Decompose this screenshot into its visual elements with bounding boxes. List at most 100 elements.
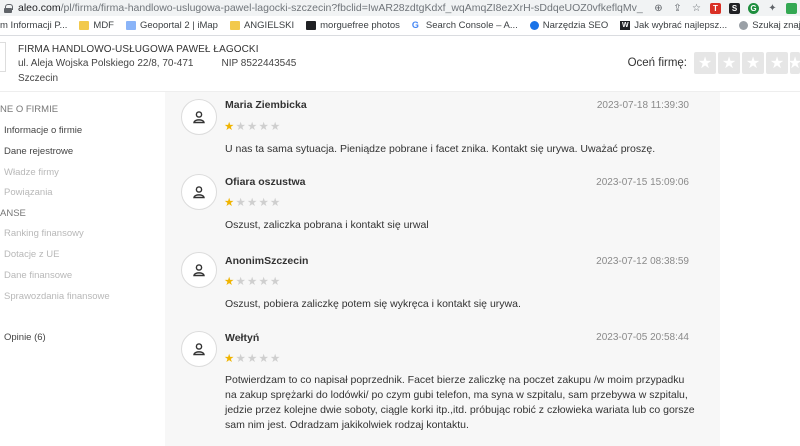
zoom-icon[interactable]: ⊕ [653,3,664,14]
sidebar-item-sprawozdania: Sprawozdania finansowe [4,291,110,302]
sidebar-section-finance: ANSE [0,208,26,219]
star-empty-icon: ★ [235,121,246,133]
extension-t-icon[interactable]: T [710,2,721,14]
review-rating: ★ ★ ★ ★ ★ [224,276,282,288]
star-empty-icon: ★ [235,276,246,288]
star-filled-icon: ★ [224,276,235,288]
lock-icon[interactable] [4,3,13,13]
bookmark-item[interactable]: Narzędzia SEO [529,20,608,31]
folder-icon [79,21,90,30]
company-header: FIRMA HANDLOWO-USŁUGOWA PAWEŁ ŁAGOCKI ul… [0,36,800,92]
sidebar-item-ranking: Ranking finansowy [4,228,84,239]
w-icon: W [620,21,631,30]
star-empty-icon: ★ [235,197,246,209]
bookmark-item[interactable]: Szukaj znajomych [739,20,800,31]
star-empty-icon: ★ [270,197,281,209]
company-name: FIRMA HANDLOWO-USŁUGOWA PAWEŁ ŁAGOCKI [18,44,259,55]
globe-icon [739,21,749,30]
company-city: Szczecin [18,73,59,84]
bookmark-star-icon[interactable]: ☆ [691,3,702,14]
sidebar-item-dane-finansowe: Dane finansowe [4,270,73,281]
google-icon: G [411,20,419,30]
reviews-list: Maria Ziembicka 2023-07-18 11:39:30 ★ ★ ★ ★… [165,92,720,446]
review-author: Maria Ziembicka [225,99,307,111]
share-icon[interactable]: ⇪ [672,3,683,14]
bookmark-item[interactable]: m Informacji P... [0,20,67,31]
bookmark-item[interactable]: ANGIELSKI [229,20,294,31]
bookmark-item[interactable]: Geoportal 2 | iMap [125,20,218,31]
review-date: 2023-07-15 15:09:06 [596,177,689,188]
right-margin [720,92,800,446]
sidebar-item-opinie[interactable]: Opinie (6) [4,332,46,343]
star-empty-icon: ★ [235,353,246,365]
review-date: 2023-07-05 20:58:44 [596,332,689,343]
star-empty-icon: ★ [247,197,258,209]
user-icon [193,343,205,356]
avatar [181,99,217,135]
sidebar-section-company: NE O FIRMIE [0,104,59,115]
review-author: Ofiara oszustwa [225,176,306,188]
star-empty-icon: ★ [258,197,269,209]
company-logo [0,42,6,72]
star-empty-icon: ★ [270,121,281,133]
rate-company: Oceń firmę: ★ ★ ★ ★ ★ [628,52,800,74]
avatar [181,331,217,367]
review-date: 2023-07-12 08:38:59 [596,256,689,267]
folder-icon [229,21,240,30]
user-icon [193,111,205,124]
star-empty-icon: ★ [270,353,281,365]
sidebar: NE O FIRMIE Informacje o firmie Dane rej… [0,92,165,446]
extensions-puzzle-icon[interactable]: ✦ [767,3,778,14]
star-empty-icon: ★ [247,353,258,365]
bookmarks-bar: m Informacji P... MDF Geoportal 2 | iMap… [0,16,800,36]
star-filled-icon: ★ [224,353,235,365]
review-date: 2023-07-18 11:39:30 [596,100,689,111]
star-empty-icon: ★ [258,353,269,365]
star-empty-icon: ★ [258,121,269,133]
star-filled-icon: ★ [224,121,235,133]
avatar [181,252,217,288]
review-text: Oszust, pobiera zaliczkę potem się wykrę… [225,298,521,310]
extension-grammarly-icon[interactable]: G [748,2,759,14]
star-empty-icon: ★ [247,121,258,133]
bookmark-item[interactable]: W Jak wybrać najlepsz... [620,20,727,31]
company-address: ul. Aleja Wojska Polskiego 22/8, 70-471 N… [18,58,297,69]
star-filled-icon: ★ [224,197,235,209]
rate-label: Oceń firmę: [627,57,687,69]
review-author: Wełtyń [225,332,260,344]
sidebar-item-wladze: Władze firmy [4,167,59,178]
star-empty-icon: ★ [270,276,281,288]
geoportal-icon [125,21,136,30]
rate-star-4[interactable]: ★ [766,52,788,74]
sidebar-item-powiazania: Powiązania [4,187,53,198]
bookmark-item[interactable]: MDF [79,20,114,31]
rate-star-2[interactable]: ★ [718,52,740,74]
extension-green-icon[interactable] [786,2,797,14]
address-bar[interactable]: aleo.com/pl/firma/firma-handlowo-uslugow… [0,0,800,16]
review-rating: ★ ★ ★ ★ ★ [224,197,282,209]
avatar [181,174,217,210]
sidebar-item-dotacje: Dotacje z UE [4,249,60,260]
user-icon [193,264,205,277]
review-text: Potwierdzam to co napisał poprzednik. Fa… [225,374,695,431]
globe-icon [529,21,539,30]
bookmark-item[interactable]: G Search Console – A... [412,20,518,31]
sidebar-item-informacje[interactable]: Informacje o firmie [4,125,82,136]
rate-star-5[interactable]: ★ [788,52,800,74]
review-text: Oszust, zaliczka pobrana i kontakt się u… [225,219,429,231]
morguefree-icon [306,21,317,30]
star-empty-icon: ★ [258,276,269,288]
url-text[interactable]: aleo.com/pl/firma/firma-handlowo-uslugow… [18,2,643,14]
review-rating: ★ ★ ★ ★ ★ [224,121,282,133]
review-rating: ★ ★ ★ ★ ★ [224,353,282,365]
extension-s-icon[interactable]: S [729,2,740,14]
review-author: AnonimSzczecin [225,255,309,267]
sidebar-item-dane-rejestrowe[interactable]: Dane rejestrowe [4,146,73,157]
star-empty-icon: ★ [247,276,258,288]
user-icon [193,186,205,199]
company-nip: NIP 8522443545 [221,58,297,69]
rate-star-1[interactable]: ★ [694,52,716,74]
rate-star-3[interactable]: ★ [742,52,764,74]
review-text: U nas ta sama sytuacja. Pieniądze pobran… [225,143,656,155]
bookmark-item[interactable]: morguefree photos [306,20,400,31]
